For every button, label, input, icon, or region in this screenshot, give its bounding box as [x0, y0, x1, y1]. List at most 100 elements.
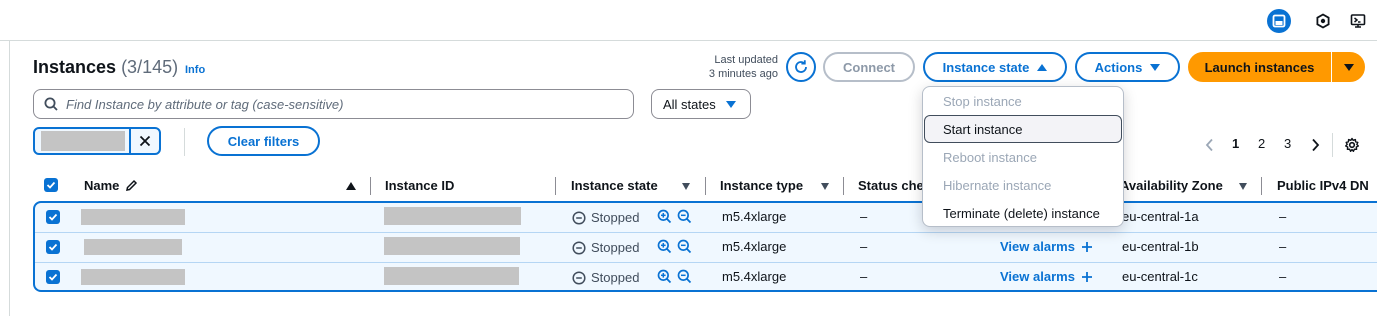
status-check-cell: –: [860, 239, 868, 254]
page-1[interactable]: 1: [1232, 136, 1239, 151]
content-left-border: [9, 41, 10, 316]
availability-zone-cell: eu-central-1c: [1122, 269, 1198, 284]
info-link[interactable]: Info: [185, 64, 205, 76]
instance-type-cell: m5.4xlarge: [722, 209, 787, 224]
select-all-checkbox[interactable]: [44, 178, 58, 192]
stopped-icon: [572, 270, 586, 285]
sort-icon[interactable]: [682, 183, 690, 190]
search-placeholder: Find Instance by attribute or tag (case-…: [66, 96, 344, 112]
menu-item-start-instance[interactable]: Start instance: [924, 115, 1122, 143]
states-filter-value: All states: [663, 96, 716, 112]
search-input[interactable]: Find Instance by attribute or tag (case-…: [33, 89, 634, 119]
state-text: Stopped: [591, 270, 640, 285]
settings-hex-icon[interactable]: [1311, 9, 1335, 33]
status-check-cell: –: [860, 269, 868, 284]
public-ipv4-cell: –: [1279, 209, 1287, 224]
instance-id-redacted: [384, 267, 519, 285]
refresh-button[interactable]: [786, 52, 816, 82]
cloudshell-icon[interactable]: [1346, 9, 1370, 33]
state-cell: Stopped: [572, 210, 639, 225]
column-name-label: Name: [84, 178, 120, 193]
menu-item-stop-instance[interactable]: Stop instance: [923, 87, 1123, 115]
sort-icon[interactable]: [821, 183, 829, 190]
last-updated-label: Last updated: [714, 54, 778, 66]
plus-icon: [1081, 241, 1092, 252]
selected-rows-group: Stopped m5.4xlarge – eu-central-1a – Sto…: [33, 201, 1377, 292]
filter-token-value-redacted: [41, 131, 125, 151]
column-resizer[interactable]: [555, 177, 556, 195]
column-header-instance-id[interactable]: Instance ID: [385, 178, 454, 193]
instance-name-redacted: [81, 269, 185, 285]
status-check-cell: –: [860, 209, 868, 224]
zoom-out-icon[interactable]: [677, 239, 692, 254]
divider: [1332, 133, 1333, 157]
row-checkbox[interactable]: [46, 240, 60, 254]
row-checkbox[interactable]: [46, 270, 60, 284]
zoom-out-icon[interactable]: [677, 209, 692, 224]
table-row[interactable]: Stopped m5.4xlarge – View alarms eu-cent…: [35, 263, 1377, 292]
panel-layout-icon[interactable]: [1267, 9, 1291, 33]
table-row[interactable]: Stopped m5.4xlarge – eu-central-1a –: [35, 203, 1377, 232]
clear-filters-button[interactable]: Clear filters: [207, 126, 320, 156]
public-ipv4-cell: –: [1279, 269, 1287, 284]
launch-instances-button[interactable]: Launch instances: [1188, 52, 1331, 82]
instance-id-redacted: [384, 237, 520, 255]
view-alarms-link[interactable]: View alarms: [1000, 269, 1093, 284]
chevron-right-icon[interactable]: [1310, 138, 1320, 152]
stopped-icon: [572, 240, 586, 255]
view-alarms-label: View alarms: [1000, 269, 1075, 284]
column-header-instance-state[interactable]: Instance state: [571, 178, 658, 193]
row-checkbox[interactable]: [46, 210, 60, 224]
column-resizer[interactable]: [843, 177, 844, 195]
sort-ascending-icon[interactable]: [346, 182, 356, 190]
page-title-text: Instances: [33, 57, 117, 77]
instance-state-label: Instance state: [942, 59, 1030, 75]
launch-dropdown-button[interactable]: [1332, 52, 1365, 82]
column-header-name[interactable]: Name: [84, 178, 138, 193]
gear-icon[interactable]: [1344, 137, 1360, 153]
menu-item-terminate-instance[interactable]: Terminate (delete) instance: [923, 199, 1123, 227]
view-alarms-link[interactable]: View alarms: [1000, 239, 1093, 254]
column-header-availability-zone[interactable]: Availability Zone: [1120, 178, 1223, 193]
instance-name-redacted: [84, 239, 182, 255]
caret-down-icon: [1150, 63, 1161, 71]
remove-filter-button[interactable]: [129, 129, 159, 153]
stopped-icon: [572, 210, 586, 225]
state-cell: Stopped: [572, 240, 639, 255]
search-icon: [44, 97, 58, 111]
refresh-icon: [795, 60, 807, 73]
connect-button[interactable]: Connect: [823, 52, 915, 82]
zoom-in-icon[interactable]: [657, 239, 672, 254]
edit-pencil-icon: [126, 179, 138, 191]
zoom-in-icon[interactable]: [657, 209, 672, 224]
instance-id-redacted: [384, 207, 521, 225]
column-resizer[interactable]: [370, 177, 371, 195]
menu-item-reboot-instance[interactable]: Reboot instance: [923, 143, 1123, 171]
zoom-in-icon[interactable]: [657, 269, 672, 284]
actions-button[interactable]: Actions: [1075, 52, 1180, 82]
column-header-status-check[interactable]: Status che: [858, 178, 924, 193]
state-text: Stopped: [591, 240, 640, 255]
table-row[interactable]: Stopped m5.4xlarge – View alarms eu-cent…: [35, 233, 1377, 262]
page-2[interactable]: 2: [1258, 136, 1265, 151]
column-resizer[interactable]: [705, 177, 706, 195]
divider: [184, 128, 185, 156]
chevron-left-icon[interactable]: [1205, 138, 1215, 152]
last-updated-time: 3 minutes ago: [708, 68, 778, 80]
states-filter-select[interactable]: All states: [651, 89, 751, 119]
state-text: Stopped: [591, 210, 640, 225]
public-ipv4-cell: –: [1279, 239, 1287, 254]
zoom-out-icon[interactable]: [677, 269, 692, 284]
column-header-public-ipv4[interactable]: Public IPv4 DN: [1277, 178, 1369, 193]
instance-type-cell: m5.4xlarge: [722, 239, 787, 254]
instance-state-button[interactable]: Instance state: [923, 52, 1067, 82]
caret-down-icon: [725, 100, 736, 108]
page-3[interactable]: 3: [1284, 136, 1291, 151]
column-header-instance-type[interactable]: Instance type: [720, 178, 803, 193]
instance-name-redacted: [81, 209, 185, 225]
column-resizer[interactable]: [1261, 177, 1262, 195]
menu-item-hibernate-instance[interactable]: Hibernate instance: [923, 171, 1123, 199]
sort-icon[interactable]: [1239, 183, 1247, 190]
instance-type-cell: m5.4xlarge: [722, 269, 787, 284]
availability-zone-cell: eu-central-1a: [1122, 209, 1199, 224]
